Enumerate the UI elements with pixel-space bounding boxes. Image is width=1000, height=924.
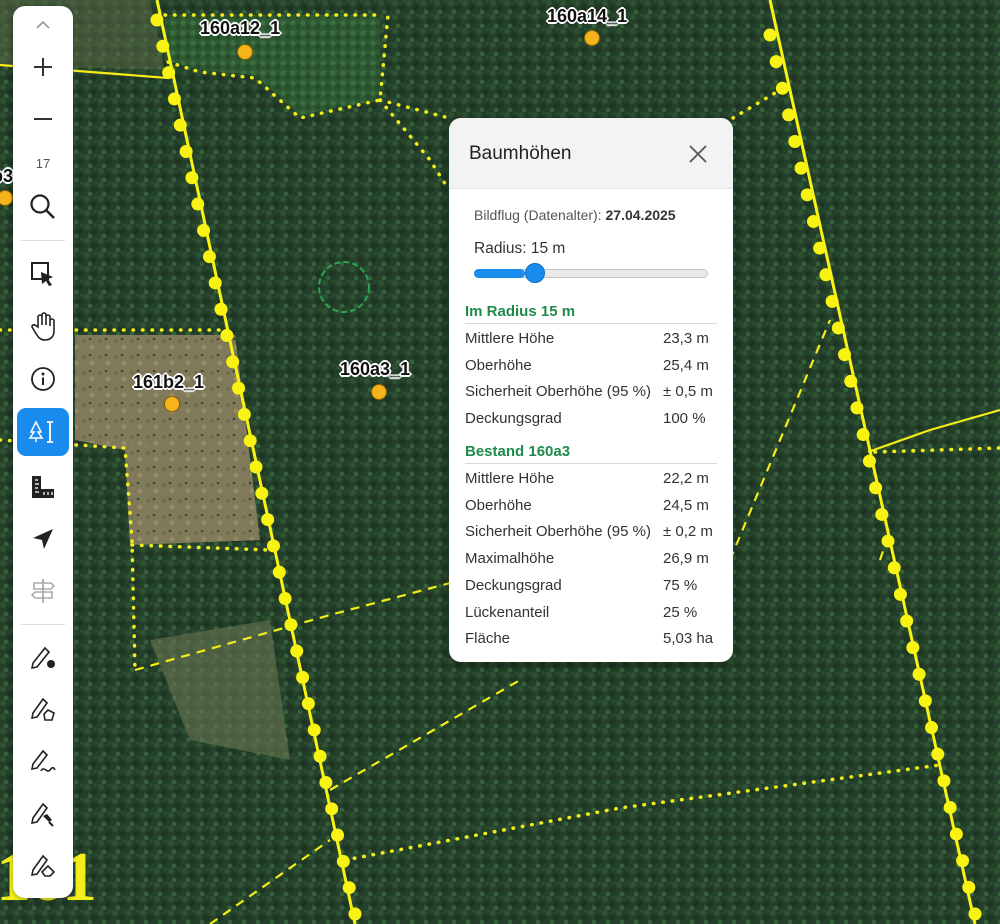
tree-height-icon (28, 420, 53, 443)
hand-icon (31, 312, 55, 341)
section-radius-title: Im Radius 15 m (465, 303, 717, 324)
chevron-up-icon (36, 20, 50, 29)
stand-label-160a3-1: 160a3_1 (340, 359, 411, 379)
pencil-polygon-icon (30, 697, 55, 721)
draw-erase-button[interactable] (17, 843, 69, 889)
signpost-icon (30, 579, 56, 603)
stat-label: Sicherheit Oberhöhe (95 %) (465, 523, 651, 541)
stand-marker-160a14-1[interactable] (584, 30, 600, 46)
stat-row: Oberhöhe 24,5 m (465, 497, 719, 517)
stat-row: Oberhöhe 25,4 m (465, 357, 719, 377)
stat-value: 25,4 m (663, 356, 709, 374)
stat-row: Sicherheit Oberhöhe (95 %) ± 0,2 m (465, 523, 719, 543)
stat-label: Oberhöhe (465, 496, 532, 514)
select-tool-button[interactable] (17, 251, 69, 297)
tree-height-panel: Baumhöhen Bildflug (Datenalter): 27.04.2… (449, 118, 733, 662)
flight-date-info: Bildflug (Datenalter): 27.04.2025 (474, 207, 676, 223)
stat-row: Lückenanteil 25 % (465, 604, 719, 624)
ruler-icon (32, 476, 54, 498)
stand-marker-161b2-1[interactable] (164, 396, 180, 412)
stat-label: Deckungsgrad (465, 410, 562, 428)
slider-fill (474, 269, 525, 278)
navigate-button[interactable] (17, 516, 69, 562)
signpost-button[interactable] (17, 568, 69, 614)
stat-value: 100 % (663, 410, 706, 428)
pencil-edit-icon (30, 802, 54, 827)
stat-label: Maximalhöhe (465, 550, 555, 568)
minus-icon (34, 118, 52, 120)
stand-marker-160a12-1[interactable] (237, 44, 253, 60)
draw-point-button[interactable] (17, 634, 69, 680)
zoom-in-button[interactable] (17, 44, 69, 90)
stat-value: 25 % (663, 603, 698, 621)
select-area-icon (31, 262, 53, 286)
pencil-eraser-icon (30, 854, 56, 877)
stat-row: Deckungsgrad 75 % (465, 577, 719, 597)
zoom-out-button[interactable] (17, 96, 69, 142)
radius-label: Radius: 15 m (474, 240, 566, 257)
search-icon (30, 194, 55, 219)
search-button[interactable] (17, 184, 69, 230)
stat-label: Lückenanteil (465, 603, 550, 621)
close-icon[interactable] (687, 143, 709, 165)
info-tool-button[interactable] (17, 356, 69, 402)
draw-edit-button[interactable] (17, 791, 69, 837)
zoom-level: 17 (35, 156, 51, 171)
tree-height-tool-button[interactable] (17, 408, 69, 456)
radius-slider[interactable] (474, 263, 708, 283)
measure-tool-button[interactable] (17, 464, 69, 510)
stat-value: 23,3 m (663, 330, 709, 347)
section-stand-title: Bestand 160a3 (465, 443, 717, 464)
stat-label: Deckungsgrad (465, 576, 562, 594)
navigation-arrow-icon (33, 529, 53, 549)
stand-marker-160a3-1[interactable] (371, 384, 387, 400)
panel-header: Baumhöhen (449, 118, 733, 189)
plus-icon (34, 58, 52, 76)
slider-thumb[interactable] (525, 263, 545, 283)
stand-label-160a12-1: 160a12_1 (200, 18, 281, 38)
stat-row: Fläche 5,03 ha (465, 630, 719, 650)
stat-label: Mittlere Höhe (465, 330, 555, 347)
stat-label: Sicherheit Oberhöhe (95 %) (465, 383, 651, 401)
stat-row: Mittlere Höhe 22,2 m (465, 470, 719, 490)
map-toolbar: 17 (13, 6, 73, 898)
stat-label: Oberhöhe (465, 356, 532, 374)
stand-label-161b2-1: 161b2_1 (133, 372, 205, 392)
stat-row: Deckungsgrad 100 % (465, 410, 719, 430)
stand-label-b3: b3 (0, 166, 14, 186)
stand-label-160a14-1: 160a14_1 (547, 6, 628, 26)
stat-row: Sicherheit Oberhöhe (95 %) ± 0,5 m (465, 383, 719, 403)
flight-date-value: 27.04.2025 (605, 207, 676, 223)
pencil-line-icon (30, 749, 56, 772)
stat-value: 5,03 ha (663, 630, 714, 648)
stat-value: 22,2 m (663, 470, 709, 487)
draw-line-button[interactable] (17, 739, 69, 785)
stat-label: Mittlere Höhe (465, 470, 555, 487)
info-icon (31, 367, 55, 391)
draw-polygon-button[interactable] (17, 686, 69, 732)
stat-label: Fläche (465, 630, 511, 648)
pencil-point-icon (30, 646, 55, 670)
stat-value: 26,9 m (663, 550, 709, 568)
stat-value: ± 0,2 m (663, 523, 713, 541)
stat-value: 24,5 m (663, 496, 709, 514)
pan-tool-button[interactable] (17, 304, 69, 350)
panel-title: Baumhöhen (469, 143, 572, 164)
flight-date-label: Bildflug (Datenalter): (474, 207, 602, 223)
collapse-toolbar-button[interactable] (17, 6, 69, 44)
stat-value: 75 % (663, 576, 698, 594)
stat-row: Mittlere Höhe 23,3 m (465, 330, 719, 350)
stat-row: Maximalhöhe 26,9 m (465, 550, 719, 570)
stat-value: ± 0,5 m (663, 383, 713, 401)
